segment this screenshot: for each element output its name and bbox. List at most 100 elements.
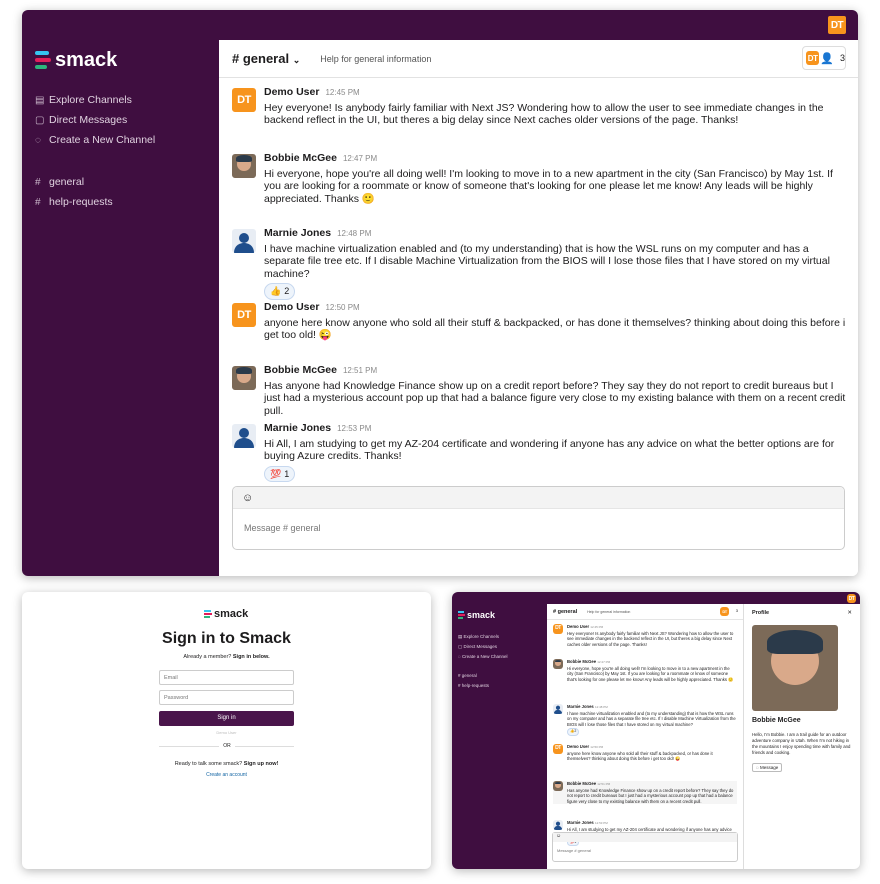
avatar-dt[interactable]: DT <box>232 303 256 327</box>
members-button[interactable]: DT 👤 3 <box>802 46 846 70</box>
message-input[interactable]: Message # general <box>553 842 737 853</box>
message-body: Bobbie McGee 12:51 PM Has anyone had Knowl… <box>264 364 846 417</box>
author-name[interactable]: Bobbie McGee <box>567 659 596 664</box>
member-avatar: DT <box>806 51 820 65</box>
profile-title: Profile <box>752 610 770 616</box>
message-body: Bobbie McGee 12:47 PM Hi everyone, hope yo… <box>264 152 846 205</box>
hash-icon: # <box>35 196 41 208</box>
message-header: Bobbie McGee 12:47 PM <box>567 659 737 666</box>
sidebar-channel-general[interactable]: # general <box>35 172 113 192</box>
message-text: anyone here know anyone who sold all the… <box>567 750 713 762</box>
channel-description: Help for general information <box>320 53 432 64</box>
message-text: Hey everyone! Is anybody fairly familiar… <box>264 101 824 127</box>
message-body: Bobbie McGee 12:51 PM Has anyone had Know… <box>567 781 737 804</box>
message-header: Demo User 12:45 PM <box>264 86 846 100</box>
app-logo[interactable]: smack <box>458 610 495 620</box>
sidebar-channel-help-requests[interactable]: # help-requests <box>35 192 113 212</box>
reaction-count: 2 <box>284 286 290 296</box>
message-header: Marnie Jones 12:53 PM <box>567 820 737 827</box>
timestamp: 12:51 PM <box>342 366 378 375</box>
channel-list: # general # help-requests <box>35 172 113 212</box>
message-row: Bobbie McGee 12:47 PM Hi everyone, hope y… <box>553 659 737 682</box>
author-name[interactable]: Marnie Jones <box>567 820 594 825</box>
author-name[interactable]: Demo User <box>567 624 589 629</box>
nav-explore-channels[interactable]: ▤ Explore Channels <box>35 90 155 110</box>
message-text: I have machine virtualization enabled an… <box>567 710 736 727</box>
author-name[interactable]: Bobbie McGee <box>264 364 337 376</box>
main-chat-window: DT smack ▤ Explore Channels ▢ Direct Messa… <box>22 10 858 576</box>
avatar-dt[interactable]: DT <box>553 744 563 754</box>
nav-label: Create a New Channel <box>49 134 156 146</box>
nav-create-channel[interactable]: ◌ Create a New Channel <box>35 130 155 150</box>
close-icon[interactable]: ✕ <box>847 610 852 616</box>
message-button[interactable]: ◌ Message <box>752 763 783 772</box>
timestamp: 12:45 PM <box>590 625 604 629</box>
author-name[interactable]: Bobbie McGee <box>264 152 337 164</box>
sidebar: smack ▤ Explore Channels ▢ Direct Messag… <box>452 604 547 869</box>
user-avatar[interactable]: DT <box>828 16 846 34</box>
message-body: Bobbie McGee 12:47 PM Hi everyone, hope y… <box>567 659 737 682</box>
message-input[interactable]: Message # general <box>233 509 844 533</box>
logo-icon <box>204 610 212 618</box>
profile-window: DT smack ▤ Explore Channels ▢ Direct Mes… <box>452 592 860 869</box>
message-composer[interactable]: ☺ Message # general <box>552 832 738 862</box>
message-composer[interactable]: ☺ Message # general <box>232 486 845 550</box>
message-header: Marnie Jones 12:48 PM <box>567 704 737 711</box>
avatar-photo[interactable] <box>232 366 256 390</box>
channel-title[interactable]: # general <box>553 609 577 615</box>
password-field[interactable]: Password <box>159 690 294 705</box>
profile-name: Bobbie McGee <box>752 717 801 724</box>
avatar-photo[interactable] <box>553 781 563 791</box>
email-field[interactable]: Email <box>159 670 294 685</box>
message-text: Hi everyone, hope you're all doing well!… <box>567 665 734 682</box>
timestamp: 12:53 PM <box>337 424 372 433</box>
channels-icon: ▤ <box>35 94 45 106</box>
sign-up-link[interactable]: Sign up now! <box>244 761 279 767</box>
timestamp: 12:47 PM <box>342 154 378 163</box>
sidebar-channel-help-requests[interactable]: # help-requests <box>458 681 489 691</box>
create-account-link[interactable]: Create an account <box>22 772 431 778</box>
avatar-dt[interactable]: DT <box>232 88 256 112</box>
message-header: Marnie Jones 12:53 PM <box>264 422 846 436</box>
smiley-icon[interactable]: ☺ <box>553 833 737 842</box>
avatar-person-icon[interactable] <box>553 704 563 714</box>
nav-direct-messages[interactable]: ▢ Direct Messages <box>35 110 155 130</box>
member-count: 3 <box>735 608 738 613</box>
sign-in-button[interactable]: Sign in <box>159 711 294 726</box>
author-name[interactable]: Marnie Jones <box>567 704 594 709</box>
author-name[interactable]: Demo User <box>567 744 589 749</box>
sign-in-below-link[interactable]: Sign in below. <box>233 654 270 660</box>
member-prompt: Already a member? Sign in below. <box>183 654 270 660</box>
nav-explore-channels[interactable]: ▤ Explore Channels <box>458 632 507 642</box>
message-body: Marnie Jones 12:48 PM I have machine virt… <box>567 704 737 736</box>
avatar-photo[interactable] <box>232 154 256 178</box>
reaction-badge[interactable]: 💯1 <box>264 465 296 482</box>
author-name[interactable]: Demo User <box>264 301 319 313</box>
reaction-badge[interactable]: 👍 2 <box>567 728 580 736</box>
avatar-dt[interactable]: DT <box>553 624 563 634</box>
author-name[interactable]: Marnie Jones <box>264 422 331 434</box>
avatar-photo[interactable] <box>553 659 563 669</box>
sidebar-channel-general[interactable]: # general <box>458 671 489 681</box>
avatar-person-icon[interactable] <box>232 424 256 448</box>
channel-title[interactable]: # general ⌄ <box>232 51 300 66</box>
avatar-person-icon[interactable] <box>232 229 256 253</box>
demo-user-link[interactable]: Demo User <box>22 730 431 735</box>
author-name[interactable]: Demo User <box>264 86 319 98</box>
reaction-badge[interactable]: 👍 2 <box>264 283 296 300</box>
avatar-person-icon[interactable] <box>553 820 563 830</box>
nav-direct-messages[interactable]: ▢ Direct Messages <box>458 642 507 652</box>
author-name[interactable]: Bobbie McGee <box>567 781 596 786</box>
reaction-count: 2 <box>574 729 577 734</box>
message-text: Hi everyone, hope you're all doing well!… <box>264 167 833 205</box>
channel-header: # general Help for general information D… <box>547 604 743 620</box>
message-row: Bobbie McGee 12:51 PM Has anyone had Knowl… <box>219 364 858 417</box>
app-logo[interactable]: smack <box>35 49 117 71</box>
nav-create-channel[interactable]: ◌ Create a New Channel <box>458 652 507 662</box>
message-header: Bobbie McGee 12:51 PM <box>264 364 846 378</box>
channel-header: # general ⌄ Help for general information… <box>219 40 858 78</box>
smiley-icon[interactable]: ☺ <box>242 492 253 504</box>
author-name[interactable]: Marnie Jones <box>264 227 331 239</box>
user-avatar[interactable]: DT <box>847 594 856 603</box>
message-row: DT Demo User 12:45 PM Hey everyone! Is any… <box>553 624 737 647</box>
